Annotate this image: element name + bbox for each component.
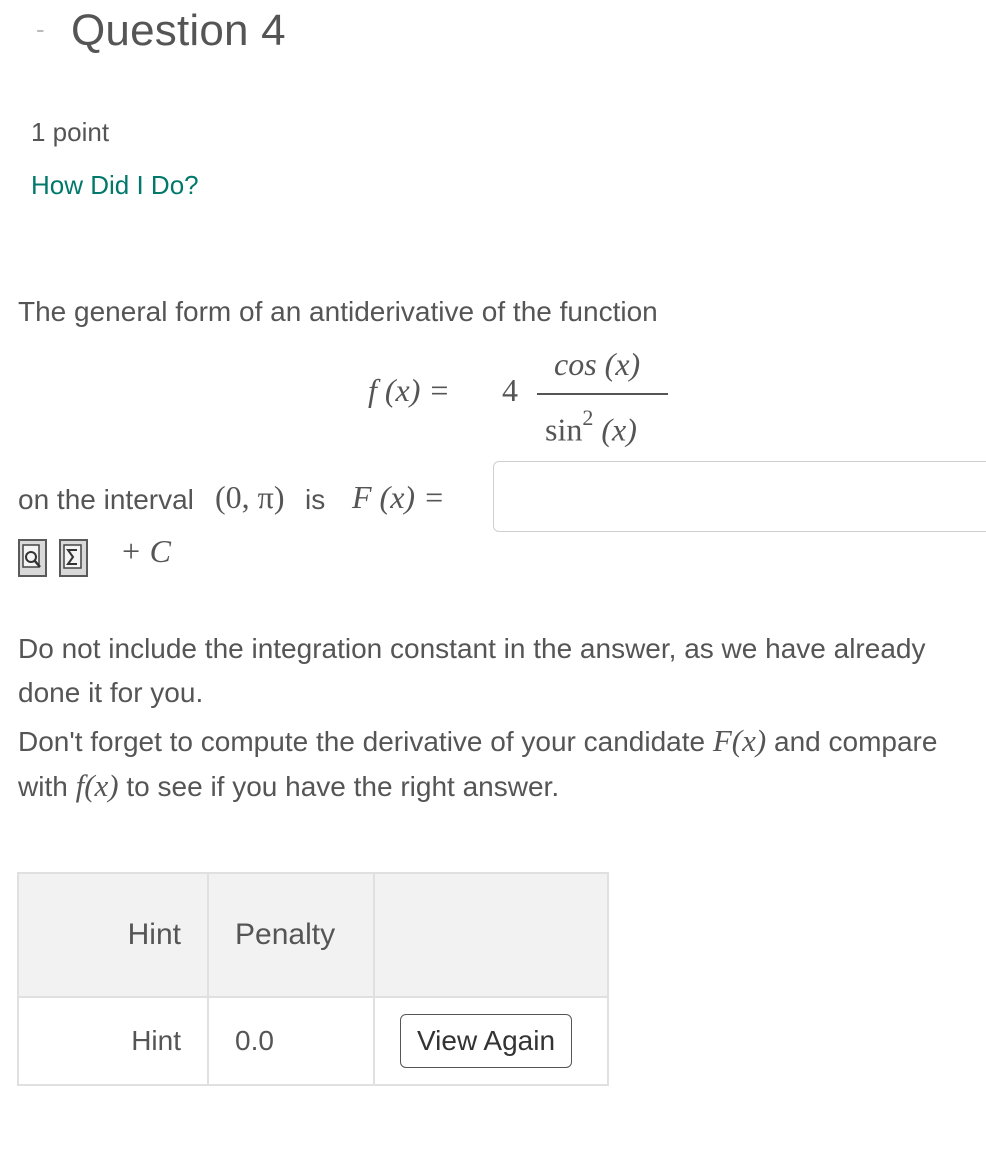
denominator-argument: (x)	[593, 411, 637, 448]
fraction-numerator: cos (x)	[554, 346, 641, 382]
note-F-math: F(x)	[712, 723, 767, 758]
fraction-denominator: sin2 (x)	[545, 405, 637, 449]
collapse-toggle[interactable]: -	[36, 14, 45, 45]
column-header-action	[373, 872, 609, 998]
note-text-part: to see if you have the right answer.	[126, 771, 560, 802]
points-label: 1 point	[31, 117, 110, 147]
interval-math: (0, π)	[215, 479, 285, 515]
interval-text: on the interval	[18, 484, 194, 515]
function-lhs: f (x) =	[368, 372, 450, 408]
problem-prompt: The general form of an antiderivative of…	[18, 296, 658, 327]
preview-icon[interactable]	[18, 539, 47, 577]
integration-constant: + C	[120, 533, 171, 569]
column-header-hint: Hint	[17, 872, 209, 998]
action-cell: View Again	[373, 996, 609, 1086]
penalty-cell: 0.0	[207, 996, 375, 1086]
equation-editor-icon[interactable]	[59, 539, 88, 577]
fraction-bar	[537, 393, 668, 395]
page-title: Question 4	[71, 6, 286, 55]
instruction-note: Do not include the integration constant …	[18, 633, 926, 708]
answer-input[interactable]	[493, 461, 986, 532]
note-f-math: f(x)	[75, 768, 119, 803]
hint-cell: Hint	[17, 996, 209, 1086]
antiderivative-lhs: F (x) =	[352, 479, 445, 515]
table-header-row: Hint Penalty	[17, 872, 609, 998]
function-coefficient: 4	[502, 372, 518, 408]
view-again-button[interactable]: View Again	[400, 1014, 573, 1068]
hint-table: Hint Penalty Hint 0.0 View Again	[17, 872, 609, 1086]
how-did-i-do-link[interactable]: How Did I Do?	[31, 170, 199, 201]
denominator-base: sin	[545, 411, 583, 448]
denominator-exponent: 2	[582, 405, 594, 430]
table-row: Hint 0.0 View Again	[17, 996, 609, 1086]
column-header-penalty: Penalty	[207, 872, 375, 998]
derivative-check-note: Don't forget to compute the derivative o…	[18, 719, 986, 809]
note-text-part: Don't forget to compute the derivative o…	[18, 726, 706, 757]
is-word: is	[305, 484, 326, 515]
